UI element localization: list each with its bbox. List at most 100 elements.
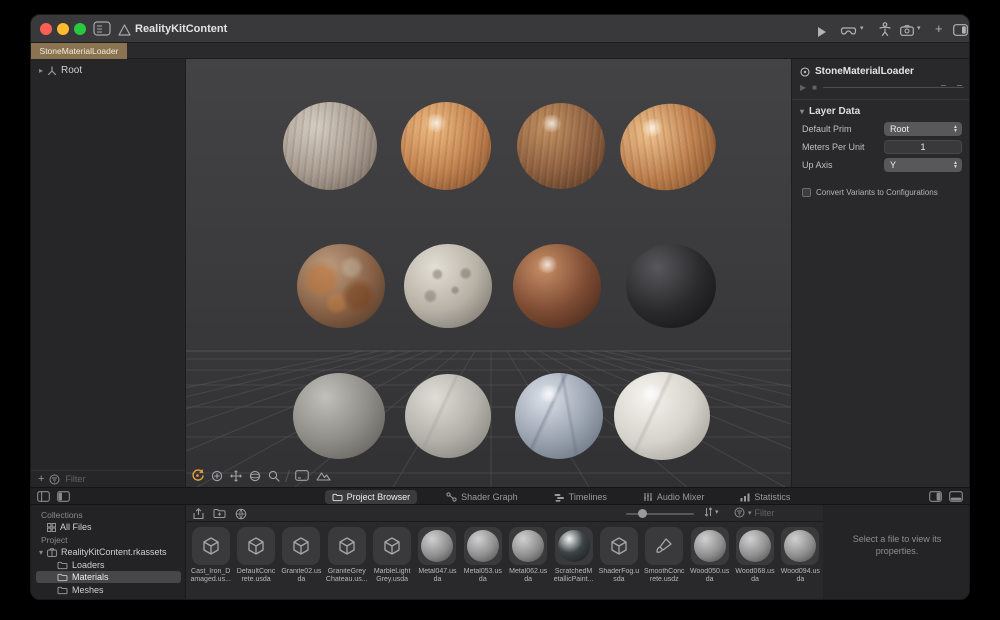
default-prim-select[interactable]: Root ▲ ▼ (884, 122, 962, 136)
camera-chevron-icon[interactable]: ▾ (917, 24, 921, 32)
warning-icon[interactable] (118, 23, 131, 41)
zoom-tool-icon[interactable] (268, 470, 280, 482)
browser-filter[interactable]: ▾ (734, 507, 801, 518)
sphere-blue-marble[interactable] (515, 373, 603, 459)
tab-audio-mixer[interactable]: Audio Mixer (636, 490, 712, 504)
file-thumbnail (599, 527, 638, 565)
meters-per-unit-input[interactable] (884, 140, 962, 154)
sidebar-item-loaders[interactable]: Loaders (57, 560, 105, 570)
file-cast-iron-damaged[interactable]: Cast_Iron_D amaged.us... (188, 524, 233, 599)
app-window: RealityKitContent ▾ ▾ + StoneMaterialLoa… (30, 14, 970, 600)
sphere-black-stone[interactable] (626, 244, 716, 328)
preview-stop-icon[interactable]: ■ (812, 83, 817, 92)
file-smooth-concrete[interactable]: SmoothConc rete.usdz (642, 524, 687, 599)
select-chevrons-icon: ▲ ▼ (953, 124, 958, 134)
tab-shader-graph[interactable]: Shader Graph (439, 490, 525, 504)
sidebar-item-meshes[interactable]: Meshes (57, 585, 104, 595)
tab-stone-material-loader[interactable]: StoneMaterialLoader (31, 43, 127, 59)
zoom-button[interactable] (74, 23, 86, 35)
scene-filter-input[interactable] (65, 474, 136, 484)
move-tool-icon[interactable] (230, 469, 242, 482)
sphere-white-marble[interactable] (614, 372, 710, 460)
sphere-speckled-granite[interactable] (404, 244, 492, 328)
field-label: Default Prim (802, 124, 852, 134)
preview-play-icon[interactable]: ▶ (800, 83, 806, 92)
tab-project-browser[interactable]: Project Browser (324, 490, 418, 504)
toggle-bottom-panel-icon[interactable] (949, 491, 963, 502)
browser-sidebar: Collections All Files Project ▾ RealityK… (31, 505, 186, 599)
select-value: Root (890, 124, 910, 134)
preview-scrubber[interactable] (823, 84, 964, 88)
play-button[interactable] (817, 24, 826, 42)
sidebar-item-materials[interactable]: Materials (57, 572, 109, 582)
file-granite-grey-chateau[interactable]: GraniteGrey Chateau.us... (324, 524, 369, 599)
orbit-tool-icon-active[interactable] (191, 469, 204, 482)
viewport-settings-icon[interactable] (295, 470, 309, 481)
sidebar-item-all-files[interactable]: All Files (47, 522, 92, 532)
sphere-light-concrete[interactable] (405, 374, 491, 458)
file-shader-fog[interactable]: ShaderFog.u sda (596, 524, 641, 599)
sphere-grey-concrete[interactable] (293, 373, 385, 459)
sort-control[interactable]: ▾ (704, 507, 719, 517)
file-wood068[interactable]: Wood068.us da (732, 524, 777, 599)
accessibility-icon[interactable] (879, 22, 891, 41)
rotate-tool-icon[interactable] (249, 470, 261, 482)
sphere-wood-grey[interactable] (283, 102, 377, 190)
add-entity-button[interactable]: + (38, 473, 44, 485)
filter-icon[interactable] (49, 474, 60, 485)
disclosure-chevron-icon[interactable]: ▸ (39, 66, 43, 75)
sort-chevron-icon: ▾ (715, 509, 719, 516)
select-chevrons-icon: ▲ ▼ (953, 160, 958, 170)
minimize-button[interactable] (57, 23, 69, 35)
material-sphere-preview (512, 530, 545, 562)
sphere-copper[interactable] (513, 244, 601, 328)
headset-chevron-icon[interactable]: ▾ (860, 24, 864, 32)
toggle-detail-panel-icon[interactable] (929, 491, 942, 502)
file-metal053[interactable]: Metal053.us da (460, 524, 505, 599)
toggle-left-sidebar-icon[interactable] (37, 491, 50, 502)
camera-icon[interactable] (900, 23, 914, 41)
sphere-rusted-iron[interactable] (297, 244, 385, 328)
sphere-wood-orange[interactable] (401, 102, 491, 190)
panel-right-toggles (929, 491, 963, 502)
disclosure-chevron-icon[interactable]: ▾ (39, 548, 43, 557)
add-button[interactable]: + (935, 21, 943, 36)
sidebar-toggle-icon[interactable] (93, 21, 111, 41)
tab-timelines[interactable]: Timelines (547, 490, 614, 504)
file-marble-light-grey[interactable]: MarbleLight Grey.usda (369, 524, 414, 599)
transform-gizmo-icon (47, 65, 57, 75)
sphere-wood-brown[interactable] (517, 103, 605, 189)
material-sphere-preview (693, 530, 726, 562)
file-scratched-metallic-paint[interactable]: ScratchedM etallicPaint... (551, 524, 596, 599)
file-thumbnail (554, 527, 593, 565)
import-icon[interactable] (193, 508, 204, 520)
bottom-panel-tabbar: Project Browser Shader Graph Timelines A… (31, 487, 969, 505)
tab-statistics[interactable]: Statistics (733, 490, 797, 504)
file-metal047[interactable]: Metal047.us da (415, 524, 460, 599)
brush-icon (654, 536, 674, 556)
browser-filter-input[interactable] (754, 507, 801, 518)
file-metal062[interactable]: Metal062.us da (506, 524, 551, 599)
file-wood094[interactable]: Wood094.us da (778, 524, 823, 599)
material-ball-icon[interactable] (235, 508, 247, 520)
sidebar-item-rkassets[interactable]: ▾ RealityKitContent.rkassets (39, 547, 167, 557)
new-folder-icon[interactable] (213, 508, 226, 519)
statistics-icon (740, 493, 750, 501)
file-granite02[interactable]: Granite02.us da (279, 524, 324, 599)
toggle-left-sidebar-filled-icon[interactable] (57, 491, 70, 502)
up-axis-select[interactable]: Y ▲ ▼ (884, 158, 962, 172)
viewport-3d[interactable] (186, 59, 791, 487)
select-tool-icon[interactable] (211, 470, 223, 482)
file-wood050[interactable]: Wood050.us da (687, 524, 732, 599)
environment-icon[interactable] (316, 470, 331, 481)
file-default-concrete[interactable]: DefaultConc rete.usda (233, 524, 278, 599)
scene-tree-item-root[interactable]: ▸ Root (39, 65, 82, 76)
layer-data-section-header[interactable]: ▾ Layer Data (800, 106, 860, 117)
inspector-toggle-icon[interactable] (953, 23, 968, 41)
slider-knob[interactable] (638, 509, 647, 518)
thumbnail-size-slider[interactable] (626, 513, 694, 515)
section-chevron-icon[interactable]: ▾ (800, 107, 804, 116)
convert-variants-checkbox[interactable] (802, 188, 811, 197)
close-button[interactable] (40, 23, 52, 35)
ar-headset-icon[interactable] (840, 24, 857, 42)
